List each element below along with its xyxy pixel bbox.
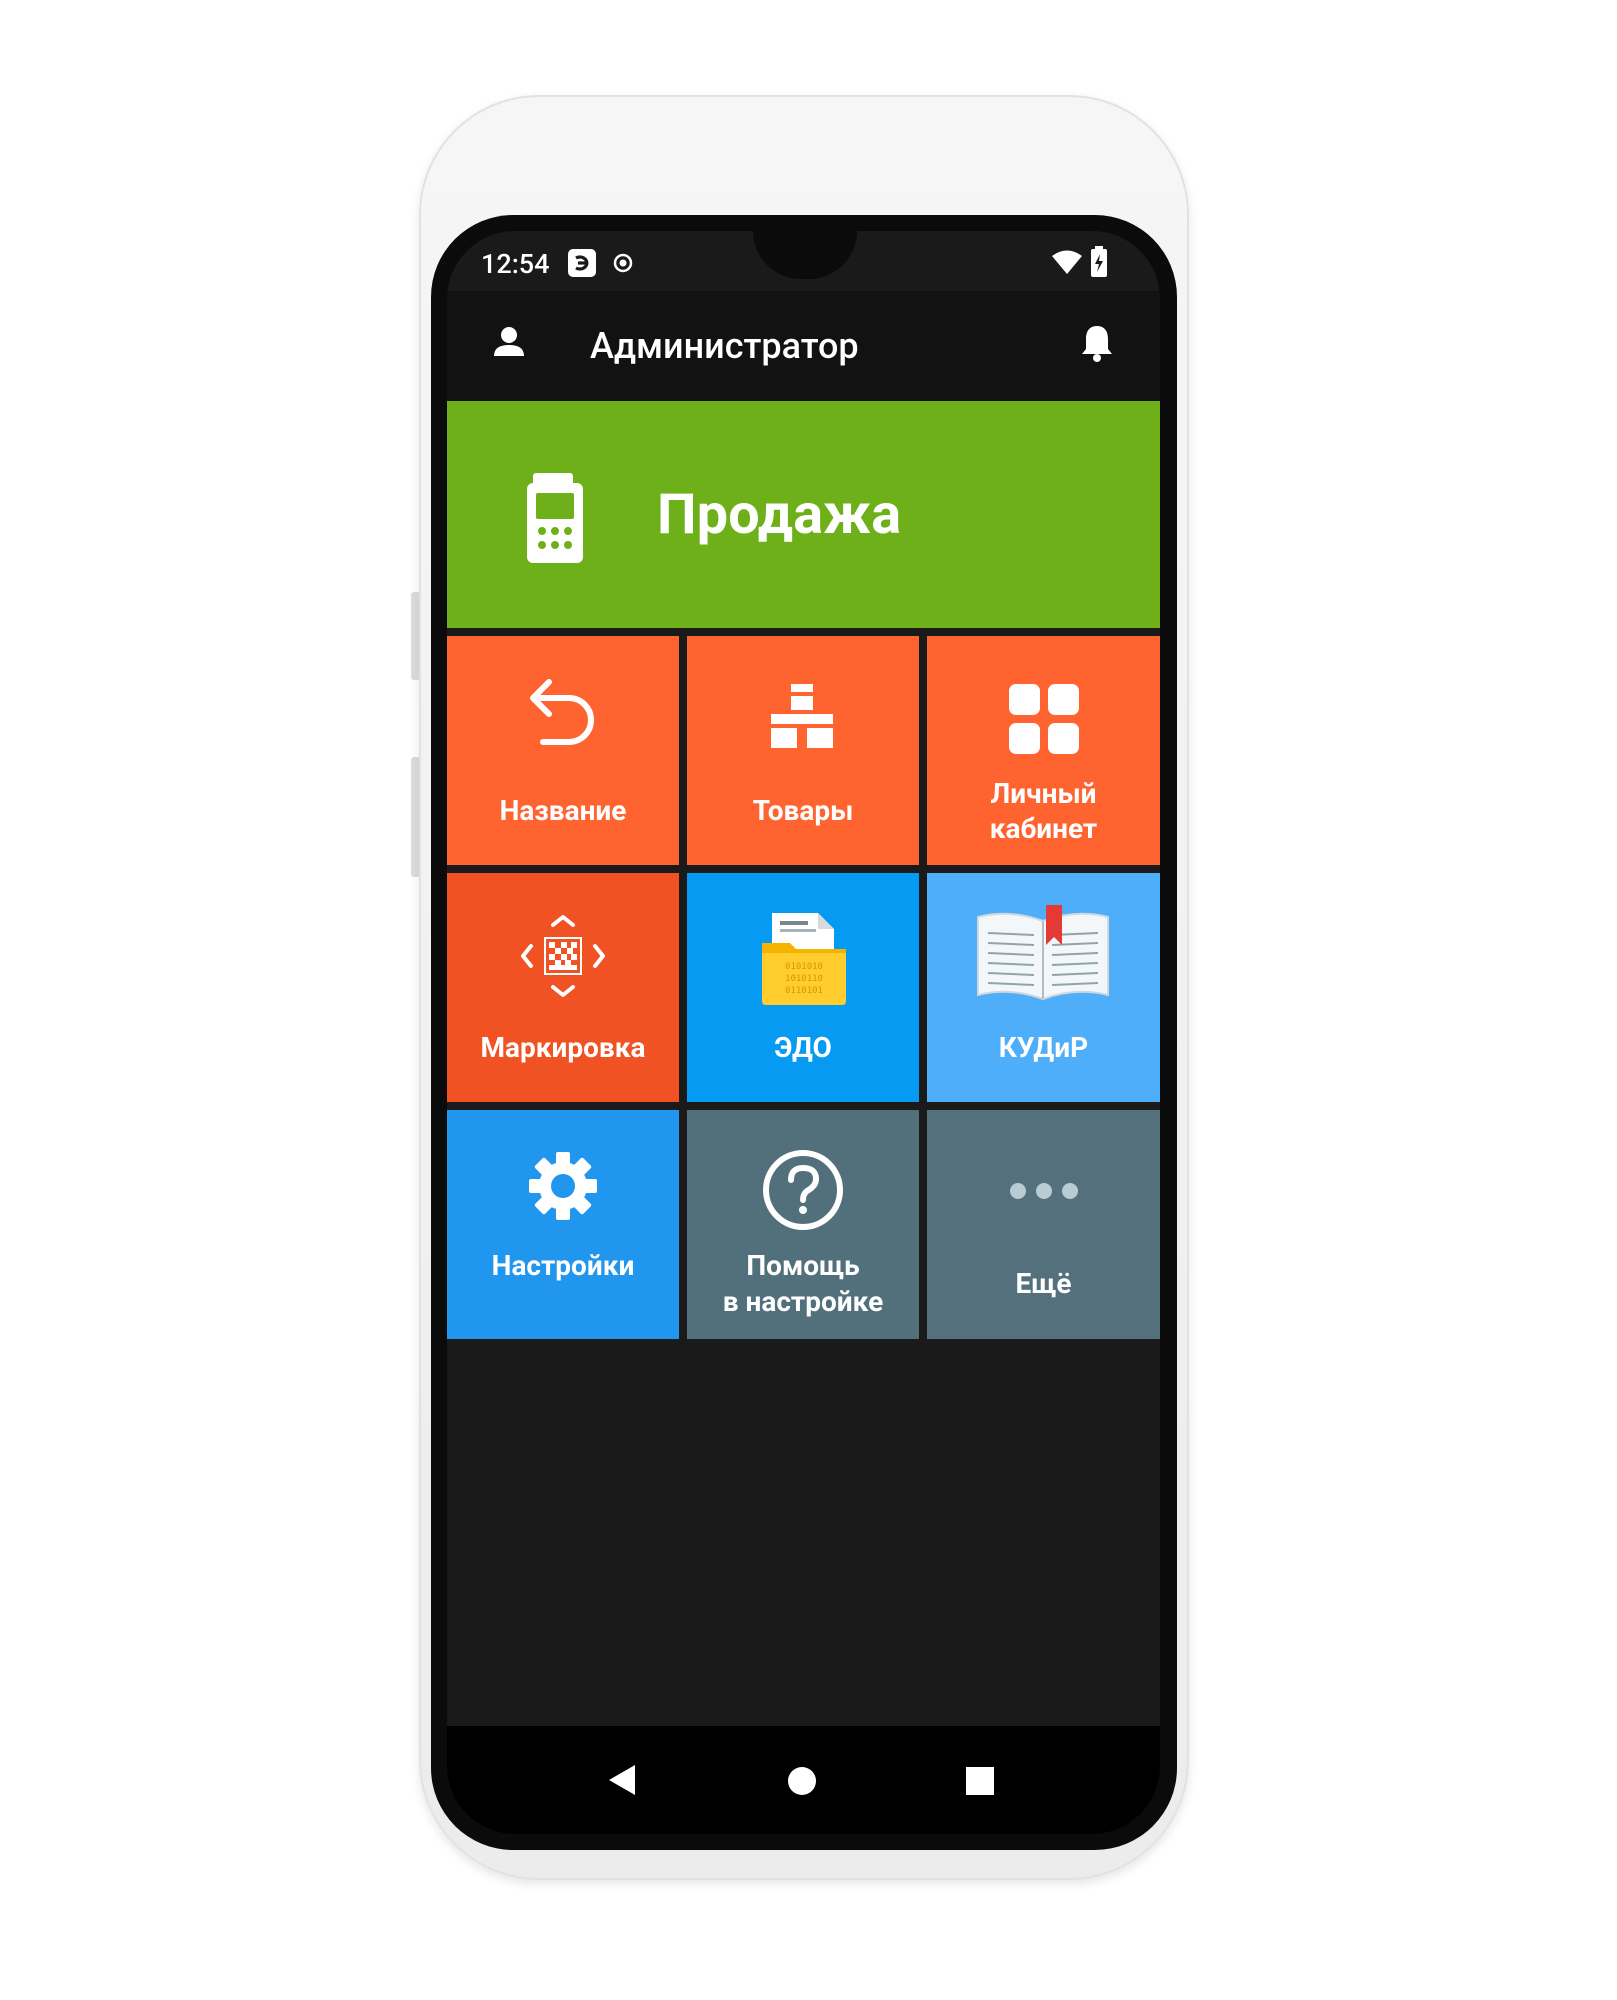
help-circle-icon [761, 1148, 845, 1236]
tile-personal-account[interactable]: Личный кабинет [927, 636, 1160, 865]
navigation-bar [447, 1726, 1160, 1834]
tile-kudir-label: КУДиР [998, 1031, 1089, 1064]
tile-edo-label: ЭДО [774, 1031, 832, 1064]
tile-help-setup[interactable]: Помощь в настройке [687, 1110, 919, 1339]
bell-icon[interactable] [1077, 322, 1117, 368]
tile-kudir[interactable]: КУДиР [927, 873, 1160, 1102]
stacked-boxes-icon [769, 684, 835, 754]
gear-icon [527, 1150, 599, 1226]
app-e-icon [567, 248, 597, 282]
circle-dot-icon [613, 253, 633, 277]
more-dots-icon [1009, 1182, 1079, 1204]
battery-icon [1090, 246, 1108, 282]
tile-more[interactable]: Ещё [927, 1110, 1160, 1339]
undo-arrow-icon [525, 676, 601, 756]
datamatrix-scan-icon [519, 913, 607, 1003]
app-bar: Администратор [447, 291, 1160, 401]
tile-marking-label: Маркировка [480, 1031, 646, 1064]
user-icon[interactable] [489, 322, 529, 366]
svg-text:0110101: 0110101 [785, 986, 823, 996]
folder-documents-icon: 0101010 1010110 0110101 [760, 909, 848, 1009]
sale-label: Продажа [657, 481, 902, 547]
tile-settings[interactable]: Настройки [447, 1110, 679, 1339]
tile-name-label: Название [499, 794, 627, 827]
svg-text:1010110: 1010110 [785, 974, 823, 984]
sale-button[interactable]: Продажа [447, 401, 1160, 628]
tile-help-setup-label-line1: Помощь [746, 1249, 860, 1282]
camera-notch [753, 231, 857, 279]
pos-terminal-icon [525, 473, 585, 567]
tile-goods[interactable]: Товары [687, 636, 919, 865]
grid-squares-icon [1007, 682, 1081, 760]
svg-text:0101010: 0101010 [785, 962, 823, 972]
tile-personal-account-label-line1: Личный [990, 777, 1097, 810]
tile-marking[interactable]: Маркировка [447, 873, 679, 1102]
tile-settings-label: Настройки [491, 1249, 635, 1282]
phone-screen: 12:54 Администратор Продажа Название Тов… [447, 231, 1160, 1834]
page-title: Администратор [590, 325, 859, 367]
tile-goods-label: Товары [752, 794, 854, 827]
tile-name[interactable]: Название [447, 636, 679, 865]
tile-personal-account-label-line2: кабинет [989, 812, 1098, 845]
status-bar: 12:54 [447, 231, 1160, 291]
recents-icon[interactable] [966, 1767, 994, 1799]
back-icon[interactable] [607, 1763, 637, 1801]
tile-more-label: Ещё [1015, 1267, 1072, 1300]
tile-edo[interactable]: 0101010 1010110 0110101 ЭДО [687, 873, 919, 1102]
tile-help-setup-label-line2: в настройке [722, 1285, 884, 1318]
wifi-icon [1051, 249, 1083, 279]
open-book-icon [974, 905, 1112, 1007]
home-icon[interactable] [787, 1766, 817, 1800]
status-time: 12:54 [481, 248, 550, 280]
